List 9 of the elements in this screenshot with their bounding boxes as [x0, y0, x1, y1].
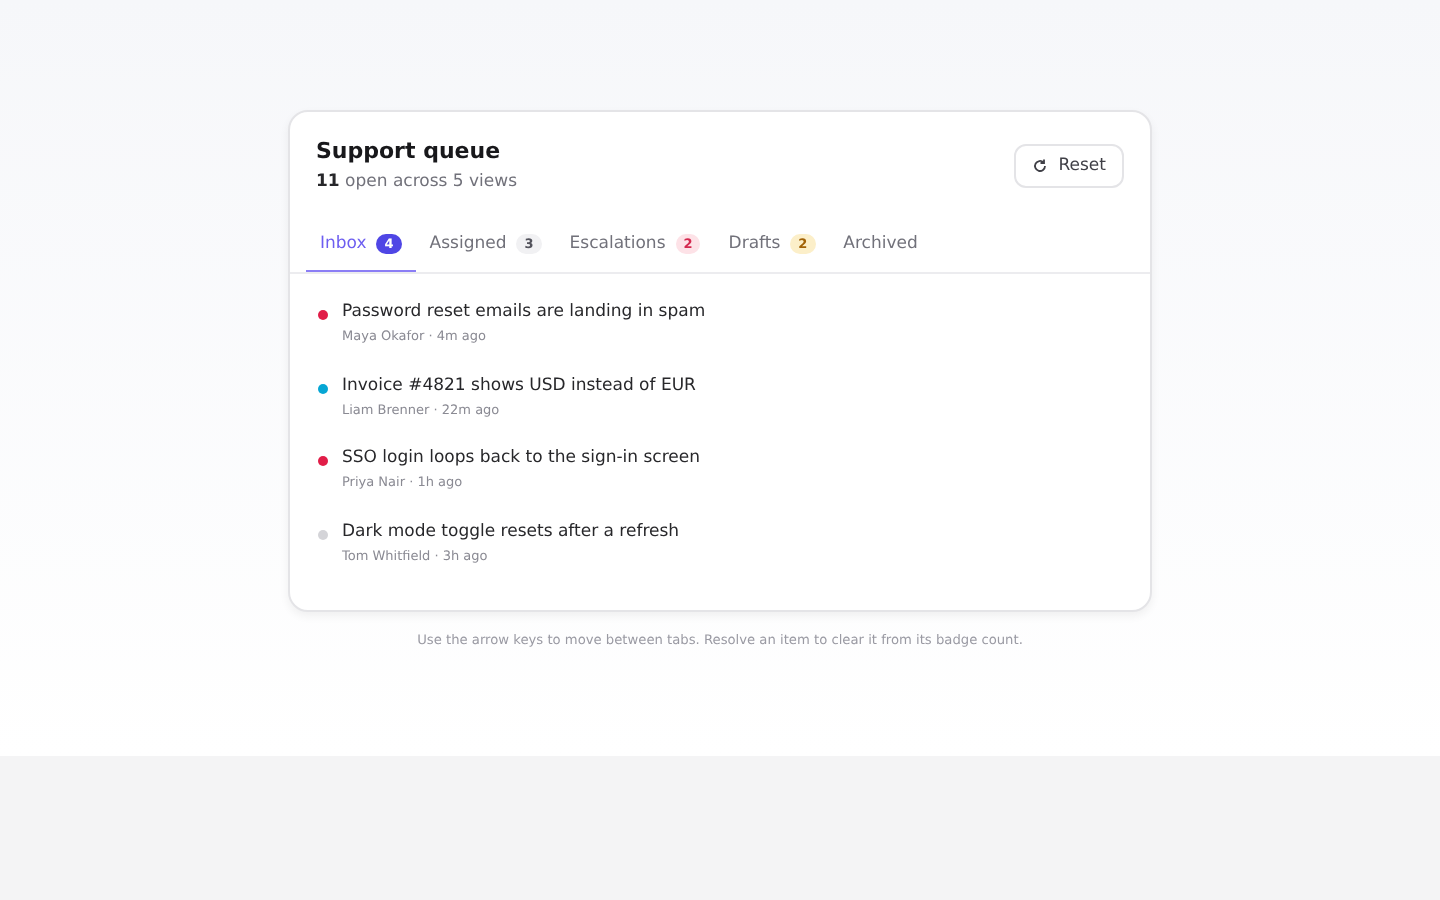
ticket-title[interactable]: Invoice #4821 shows USD instead of EUR — [342, 375, 696, 395]
ticket-title[interactable]: Password reset emails are landing in spam — [342, 302, 706, 322]
refresh-icon — [1032, 158, 1049, 174]
panel-title: Support queue — [316, 138, 503, 164]
ticket-title[interactable]: SSO login loops back to the sign-in screen — [342, 448, 701, 468]
reset-button[interactable]: Reset — [1014, 144, 1124, 188]
ticket-title[interactable]: Dark mode toggle resets after a refresh — [342, 521, 680, 541]
tab[interactable]: Archived — [829, 228, 932, 272]
open-summary: 11 open across 5 views — [316, 172, 518, 192]
